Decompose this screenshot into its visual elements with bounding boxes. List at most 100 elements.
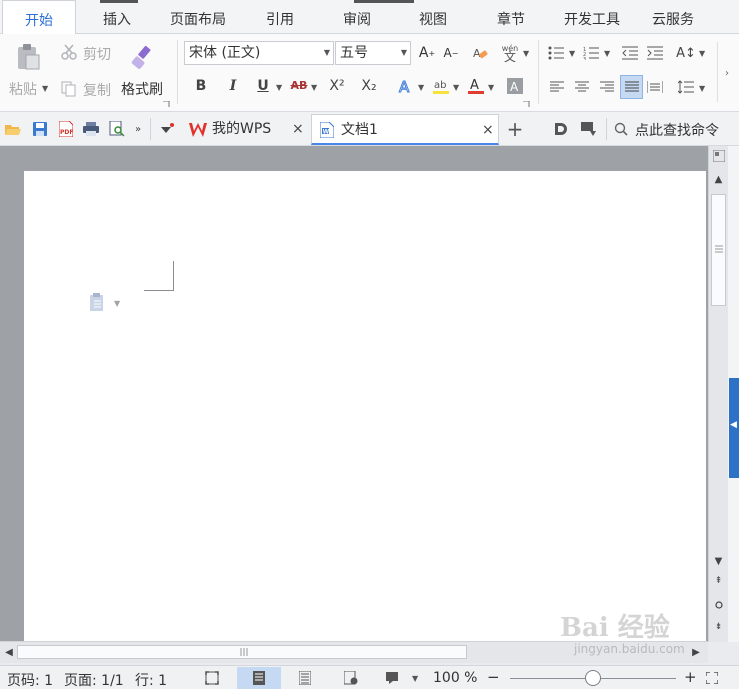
svg-text:A: A xyxy=(399,78,410,95)
font-color-dropdown-icon[interactable]: ▼ xyxy=(488,83,494,92)
cloud-sync-icon[interactable] xyxy=(552,121,570,137)
text-effect-dropdown-icon[interactable]: ▼ xyxy=(418,83,424,92)
underline-button[interactable]: U xyxy=(252,75,274,97)
tab-page-layout[interactable]: 页面布局 xyxy=(160,0,236,34)
more-icon[interactable]: » xyxy=(132,122,144,136)
italic-button[interactable]: I xyxy=(222,75,244,97)
text-effect-icon[interactable]: A xyxy=(395,75,417,97)
text-direction-dropdown-icon[interactable]: ▼ xyxy=(699,49,705,58)
browse-object-icon[interactable] xyxy=(711,598,726,612)
line-spacing-dropdown-icon[interactable]: ▼ xyxy=(699,84,705,93)
dialog-launcher-icon[interactable] xyxy=(162,100,170,108)
split-view-icon[interactable] xyxy=(711,149,726,163)
view-dropdown-icon[interactable]: ▼ xyxy=(412,674,418,683)
search-icon[interactable] xyxy=(612,121,630,137)
zoom-slider-knob[interactable] xyxy=(585,670,601,686)
export-pdf-icon[interactable]: PDF xyxy=(57,121,75,137)
open-icon[interactable] xyxy=(4,121,22,137)
tab-cloud[interactable]: 云服务 xyxy=(642,0,704,34)
increase-indent-icon[interactable] xyxy=(645,43,665,63)
tab-developer[interactable]: 开发工具 xyxy=(556,0,628,34)
font-name-select[interactable]: 宋体 (正文) ▼ xyxy=(184,41,334,65)
tab-document1[interactable]: W 文档1 × xyxy=(311,114,499,145)
paste-button-label[interactable]: 粘贴 xyxy=(9,79,37,99)
align-center-icon[interactable] xyxy=(573,78,591,96)
reading-mode-button[interactable] xyxy=(375,667,409,689)
command-search[interactable]: 点此查找命令 xyxy=(635,120,719,140)
zoom-out-button[interactable]: − xyxy=(487,668,500,686)
format-painter-button[interactable]: 格式刷 xyxy=(121,79,163,99)
fit-window-icon[interactable] xyxy=(705,671,719,685)
fullscreen-view-button[interactable] xyxy=(190,667,234,689)
distribute-icon[interactable] xyxy=(646,78,664,96)
scroll-up-icon[interactable]: ▲ xyxy=(711,172,726,186)
format-painter-icon[interactable] xyxy=(128,42,158,72)
cut-button[interactable]: 剪切 xyxy=(83,44,111,64)
align-left-icon[interactable] xyxy=(548,78,566,96)
paste-icon[interactable] xyxy=(13,42,43,72)
text-direction-icon[interactable]: A↕ xyxy=(674,43,698,63)
font-color-icon[interactable]: A xyxy=(465,75,487,97)
decrease-indent-icon[interactable] xyxy=(620,43,640,63)
wps-logo-icon xyxy=(188,121,208,139)
vertical-scroll-thumb[interactable] xyxy=(711,194,726,306)
dialog-launcher-icon[interactable] xyxy=(522,100,530,108)
char-shading-icon[interactable]: A xyxy=(505,76,525,96)
bullet-list-icon[interactable] xyxy=(546,43,566,63)
grow-font-icon[interactable]: A + xyxy=(416,42,438,64)
outline-view-button[interactable] xyxy=(283,667,327,689)
tab-home[interactable]: 开始 xyxy=(2,0,76,35)
bullet-dropdown-icon[interactable]: ▼ xyxy=(569,49,575,58)
tab-insert[interactable]: 插入 xyxy=(88,0,146,34)
tab-references[interactable]: 引用 xyxy=(250,0,310,34)
line-spacing-icon[interactable] xyxy=(676,78,696,96)
align-right-icon[interactable] xyxy=(598,78,616,96)
customize-dropdown-icon[interactable] xyxy=(158,121,176,137)
font-size-select[interactable]: 五号 ▼ xyxy=(335,41,411,65)
web-view-button[interactable] xyxy=(329,667,373,689)
highlight-icon[interactable]: ab xyxy=(430,75,452,97)
highlight-dropdown-icon[interactable]: ▼ xyxy=(453,83,459,92)
zoom-level[interactable]: 100 % xyxy=(433,670,477,686)
strikethrough-button[interactable]: AB xyxy=(288,75,310,97)
vertical-scrollbar[interactable]: ▲ ▼ ⇞ ⇟ xyxy=(708,146,728,642)
paste-options-dropdown-icon[interactable]: ▼ xyxy=(114,299,120,308)
scroll-down-icon[interactable]: ▼ xyxy=(711,554,726,568)
tab-chapter[interactable]: 章节 xyxy=(482,0,540,34)
document-page[interactable]: ▼ xyxy=(24,171,706,641)
tab-view[interactable]: 视图 xyxy=(404,0,462,34)
clear-format-icon[interactable]: A xyxy=(469,42,491,64)
page-view-button[interactable] xyxy=(237,667,281,689)
scroll-right-icon[interactable]: ▶ xyxy=(690,645,702,659)
paste-options-icon[interactable] xyxy=(89,292,107,312)
next-page-icon[interactable]: ⇟ xyxy=(711,620,726,634)
paste-dropdown-icon[interactable]: ▼ xyxy=(42,84,48,93)
new-tab-button[interactable]: + xyxy=(505,117,525,141)
print-preview-icon[interactable] xyxy=(108,121,126,137)
tab-my-wps[interactable]: 我的WPS × xyxy=(184,114,310,145)
subscript-button[interactable]: X₂ xyxy=(358,75,380,97)
bold-button[interactable]: B xyxy=(190,75,212,97)
strikethrough-dropdown-icon[interactable]: ▼ xyxy=(311,83,317,92)
share-icon[interactable] xyxy=(579,121,599,137)
phonetic-dropdown-icon[interactable]: ▼ xyxy=(523,49,529,58)
side-panel-toggle[interactable]: ◀ xyxy=(729,378,739,478)
scroll-left-icon[interactable]: ◀ xyxy=(3,645,15,659)
horizontal-scroll-thumb[interactable] xyxy=(17,645,467,659)
numbered-list-icon[interactable]: 123 xyxy=(581,43,601,63)
phonetic-guide-icon[interactable]: wén 文 xyxy=(498,41,522,65)
underline-dropdown-icon[interactable]: ▼ xyxy=(276,83,282,92)
print-icon[interactable] xyxy=(82,121,100,137)
close-icon[interactable]: × xyxy=(292,114,304,145)
shrink-font-icon[interactable]: A − xyxy=(440,42,462,64)
zoom-in-button[interactable]: + xyxy=(684,668,697,686)
copy-button[interactable]: 复制 xyxy=(83,80,111,100)
previous-page-icon[interactable]: ⇞ xyxy=(711,574,726,588)
close-icon[interactable]: × xyxy=(482,115,494,146)
superscript-button[interactable]: X² xyxy=(326,75,348,97)
numbered-dropdown-icon[interactable]: ▼ xyxy=(604,49,610,58)
save-icon[interactable] xyxy=(31,121,49,137)
tab-review[interactable]: 审阅 xyxy=(328,0,386,34)
justify-icon[interactable] xyxy=(620,75,643,99)
ribbon-scroll-right-icon[interactable]: › xyxy=(721,66,733,80)
